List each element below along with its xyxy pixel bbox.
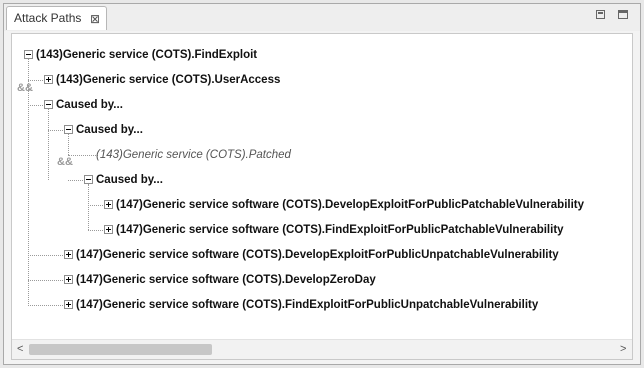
minimize-icon[interactable] [596,10,605,19]
tree-node-label[interactable]: Caused by... [56,98,123,112]
maximize-icon[interactable] [618,10,628,19]
scrollbar-thumb[interactable] [29,344,212,355]
tree-connector [48,130,63,131]
tree-node-label[interactable]: (147)Generic service software (COTS).Dev… [76,248,559,262]
collapse-toggle-icon[interactable] [24,50,33,59]
tree-connector [88,184,89,230]
scroll-left-icon[interactable]: < [17,343,23,355]
collapse-toggle-icon[interactable] [44,100,53,109]
tree-connector [28,59,29,304]
tree-connector [68,180,83,181]
horizontal-scrollbar[interactable]: < > [12,339,632,359]
tree-connector [48,107,49,180]
tree-connector [28,105,43,106]
tree-connector [68,134,69,155]
attack-paths-view: Attack Paths ⊠ && && (143)Generic servic… [3,3,641,365]
tree-connector [28,80,43,81]
expand-toggle-icon[interactable] [64,300,73,309]
tree-connector [88,205,103,206]
expand-toggle-icon[interactable] [64,275,73,284]
tree-node-label[interactable]: (143)Generic service (COTS).FindExploit [36,48,257,62]
expand-toggle-icon[interactable] [64,250,73,259]
and-marker: && [17,82,33,94]
tree-connector [28,305,63,306]
attack-path-tree[interactable]: && && (143)Generic service (COTS).FindEx… [12,34,632,339]
collapse-toggle-icon[interactable] [64,125,73,134]
tree-node-label[interactable]: (143)Generic service (COTS).UserAccess [56,73,280,87]
collapse-toggle-icon[interactable] [84,175,93,184]
tree-node-label[interactable]: (147)Generic service software (COTS).Dev… [76,273,376,287]
expand-toggle-icon[interactable] [104,225,113,234]
tree-node-label[interactable]: (147)Generic service software (COTS).Dev… [116,198,584,212]
tree-connector [28,255,63,256]
tree-connector [88,230,103,231]
close-icon[interactable]: ⊠ [90,8,100,30]
tree-node-label[interactable]: Caused by... [76,123,143,137]
tab-title: Attack Paths [14,11,82,25]
tree-connector [28,280,63,281]
tree-node-label[interactable]: (143)Generic service (COTS).Patched [96,148,291,162]
tab-bar: Attack Paths ⊠ [4,4,640,31]
tree-node-label[interactable]: (147)Generic service software (COTS).Fin… [116,223,564,237]
tree-node-label[interactable]: (147)Generic service software (COTS).Fin… [76,298,538,312]
and-marker: && [57,156,73,168]
tab-attack-paths[interactable]: Attack Paths ⊠ [6,6,107,30]
scroll-right-icon[interactable]: > [620,343,626,355]
tree-viewport: && && (143)Generic service (COTS).FindEx… [11,33,633,360]
expand-toggle-icon[interactable] [104,200,113,209]
tree-node-label[interactable]: Caused by... [96,173,163,187]
expand-toggle-icon[interactable] [44,75,53,84]
